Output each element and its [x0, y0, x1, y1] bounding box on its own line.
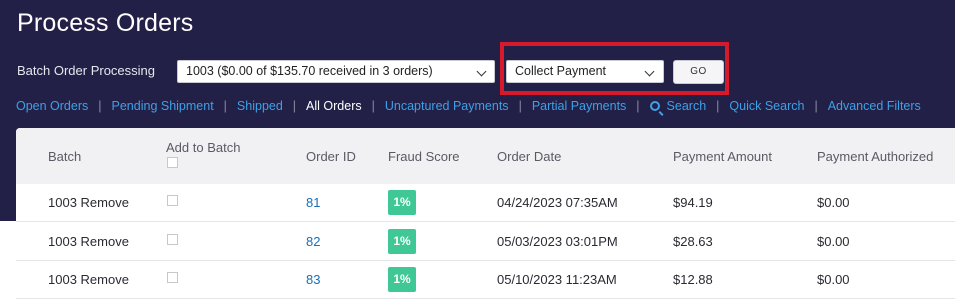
- nav-advanced-filters[interactable]: Advanced Filters: [828, 99, 921, 113]
- fraud-score-badge: 1%: [388, 267, 416, 292]
- nav-separator: |: [292, 99, 297, 113]
- header-fraud-score[interactable]: Fraud Score: [388, 149, 460, 165]
- payment-amount: $28.63: [673, 234, 713, 249]
- order-date: 05/10/2023 11:23AM: [497, 272, 617, 287]
- nav-separator: |: [223, 99, 227, 113]
- table-row: 1003 Remove 83 1% 05/10/2023 11:23AM $12…: [16, 261, 955, 299]
- add-to-batch-checkbox[interactable]: [167, 272, 178, 283]
- nav-separator: |: [716, 99, 720, 113]
- order-date: 04/24/2023 07:35AM: [497, 195, 618, 210]
- table-row: 1003 Remove 82 1% 05/03/2023 03:01PM $28…: [16, 223, 955, 261]
- payment-authorized: $0.00: [817, 234, 850, 249]
- add-to-batch-checkbox[interactable]: [167, 234, 178, 245]
- order-id-link[interactable]: 82: [306, 234, 320, 250]
- nav-separator: |: [518, 99, 522, 113]
- add-to-batch-checkbox[interactable]: [167, 195, 178, 206]
- go-button[interactable]: GO: [673, 60, 724, 84]
- nav-search[interactable]: Search: [649, 99, 707, 113]
- nav-pending-shipment[interactable]: Pending Shipment: [112, 99, 214, 113]
- order-id-link[interactable]: 83: [306, 272, 320, 288]
- nav-open-orders[interactable]: Open Orders: [16, 99, 88, 113]
- payment-amount: $12.88: [673, 272, 713, 287]
- chevron-down-icon: [476, 66, 487, 77]
- chevron-down-icon: [644, 66, 655, 77]
- page-title: Process Orders: [17, 9, 194, 37]
- batch-select-value: 1003 ($0.00 of $135.70 received in 3 ord…: [186, 64, 433, 78]
- batch-action-value: Collect Payment: [515, 64, 607, 78]
- payment-amount: $94.19: [673, 195, 713, 210]
- orders-table: Batch Add to Batch Order ID Fraud Score …: [16, 128, 955, 300]
- search-icon: [649, 101, 660, 111]
- table-header: Batch Add to Batch Order ID Fraud Score …: [16, 128, 955, 184]
- batch-remove-link[interactable]: 1003 Remove: [48, 272, 129, 288]
- nav-separator: |: [98, 99, 102, 113]
- nav-uncaptured-payments[interactable]: Uncaptured Payments: [385, 99, 509, 113]
- header-order-date[interactable]: Order Date: [497, 149, 561, 165]
- fraud-score-badge: 1%: [388, 190, 416, 215]
- header-order-id[interactable]: Order ID: [306, 149, 356, 165]
- order-filter-nav: Open Orders | Pending Shipment | Shipped…: [16, 97, 921, 115]
- payment-authorized: $0.00: [817, 195, 850, 210]
- select-all-checkbox[interactable]: [167, 157, 178, 168]
- batch-action-select[interactable]: Collect Payment: [506, 60, 664, 83]
- nav-separator: |: [636, 99, 640, 113]
- nav-separator: |: [814, 99, 818, 113]
- payment-authorized: $0.00: [817, 272, 850, 287]
- table-row: 1003 Remove 81 1% 04/24/2023 07:35AM $94…: [16, 184, 955, 222]
- batch-select[interactable]: 1003 ($0.00 of $135.70 received in 3 ord…: [177, 60, 495, 83]
- order-id-link[interactable]: 81: [306, 195, 320, 211]
- nav-quick-search[interactable]: Quick Search: [729, 99, 804, 113]
- fraud-score-badge: 1%: [388, 229, 416, 254]
- nav-shipped[interactable]: Shipped: [237, 99, 283, 113]
- batch-remove-link[interactable]: 1003 Remove: [48, 195, 129, 211]
- nav-partial-payments[interactable]: Partial Payments: [532, 99, 626, 113]
- header-payment-authorized[interactable]: Payment Authorized: [817, 149, 933, 165]
- order-date: 05/03/2023 03:01PM: [497, 234, 618, 249]
- nav-separator: |: [371, 99, 375, 113]
- nav-search-label: Search: [666, 99, 707, 113]
- header-payment-amount[interactable]: Payment Amount: [673, 149, 772, 165]
- nav-all-orders[interactable]: All Orders: [306, 99, 362, 113]
- header-add-to-batch: Add to Batch: [166, 140, 241, 155]
- batch-processing-label: Batch Order Processing: [17, 63, 156, 78]
- header-batch[interactable]: Batch: [48, 149, 81, 165]
- batch-remove-link[interactable]: 1003 Remove: [48, 234, 129, 250]
